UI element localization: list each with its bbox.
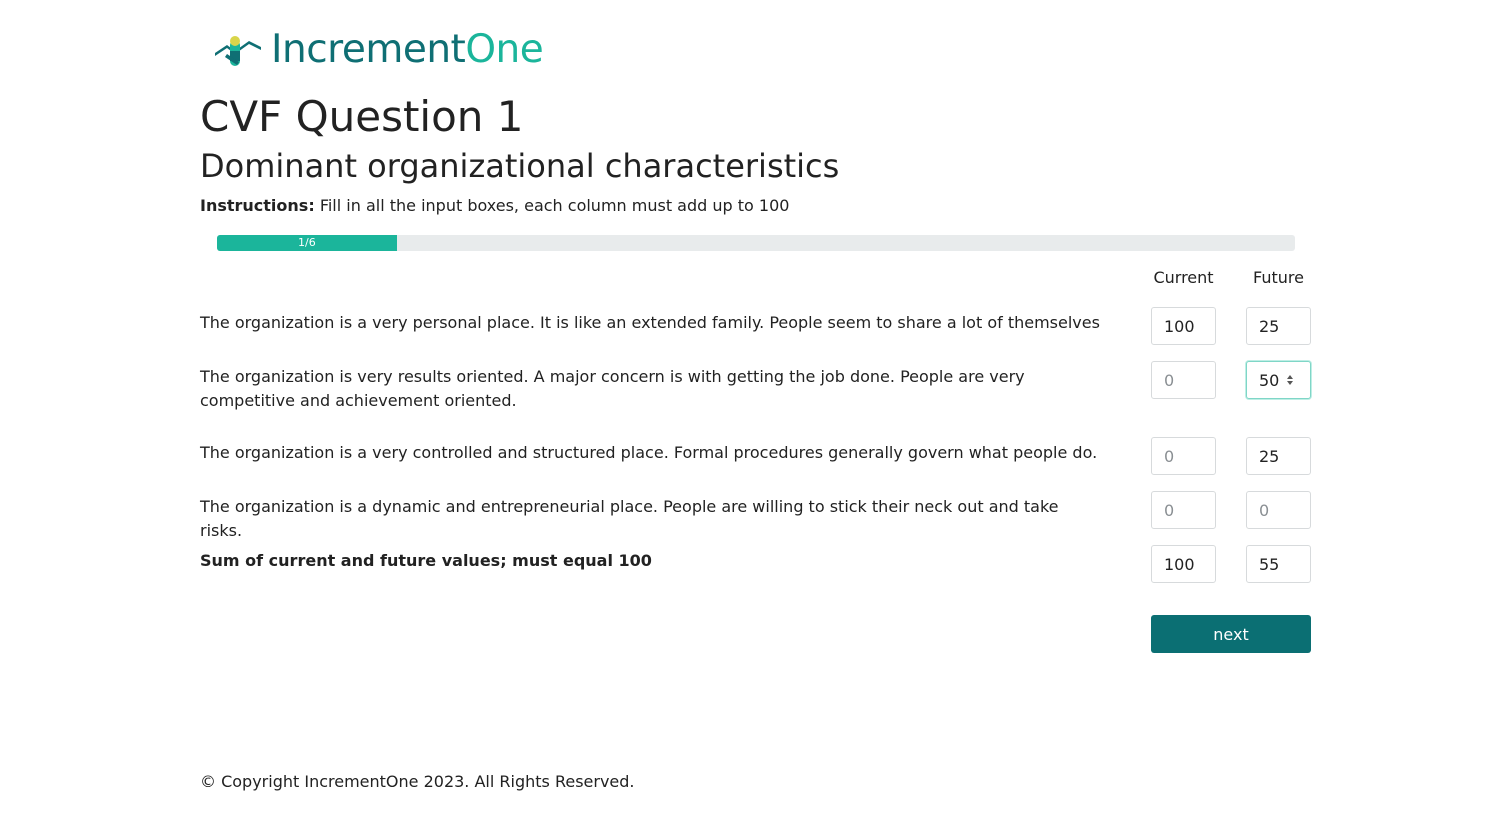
sum-current-field [1151, 545, 1216, 583]
statement-row-3-text: The organization is a very controlled an… [200, 443, 1098, 462]
statement-row-1-text: The organization is a very personal plac… [200, 313, 1100, 332]
brand-wordmark: IncrementOne [271, 27, 544, 72]
column-header-future: Future [1253, 268, 1304, 287]
page-subtitle: Dominant organizational characteristics [200, 147, 840, 185]
current-input-row-2[interactable] [1151, 361, 1216, 399]
current-input-row-3[interactable] [1151, 437, 1216, 475]
footer-copyright: © Copyright IncrementOne 2023. All Right… [200, 772, 635, 791]
next-button[interactable]: next [1151, 615, 1311, 653]
future-input-row-2[interactable] [1246, 361, 1311, 399]
column-header-current: Current [1153, 268, 1214, 287]
statement-row-4-text: The organization is a dynamic and entrep… [200, 497, 1059, 540]
page-title: CVF Question 1 [200, 92, 524, 141]
progress-bar-fill: 1/6 [217, 235, 397, 251]
progress-bar: 1/6 [217, 235, 1295, 251]
brand-wordmark-main: Increment [271, 27, 466, 72]
current-input-row-4[interactable] [1151, 491, 1216, 529]
instructions: Instructions: Fill in all the input boxe… [200, 195, 789, 217]
brand-logo[interactable]: IncrementOne [213, 27, 544, 72]
brand-wordmark-accent: One [465, 27, 544, 72]
future-input-row-4[interactable] [1246, 491, 1311, 529]
page: IncrementOne CVF Question 1 Dominant org… [0, 0, 1512, 832]
sum-label: Sum of current and future values; must e… [200, 551, 652, 570]
future-input-row-1[interactable] [1246, 307, 1311, 345]
future-input-row-3[interactable] [1246, 437, 1311, 475]
instructions-label: Instructions: [200, 196, 315, 215]
incrementone-logo-icon [215, 36, 261, 66]
sum-future-field [1246, 545, 1311, 583]
instructions-text: Fill in all the input boxes, each column… [319, 196, 790, 215]
statement-row-2-text: The organization is very results oriente… [200, 367, 1025, 410]
current-input-row-1[interactable] [1151, 307, 1216, 345]
